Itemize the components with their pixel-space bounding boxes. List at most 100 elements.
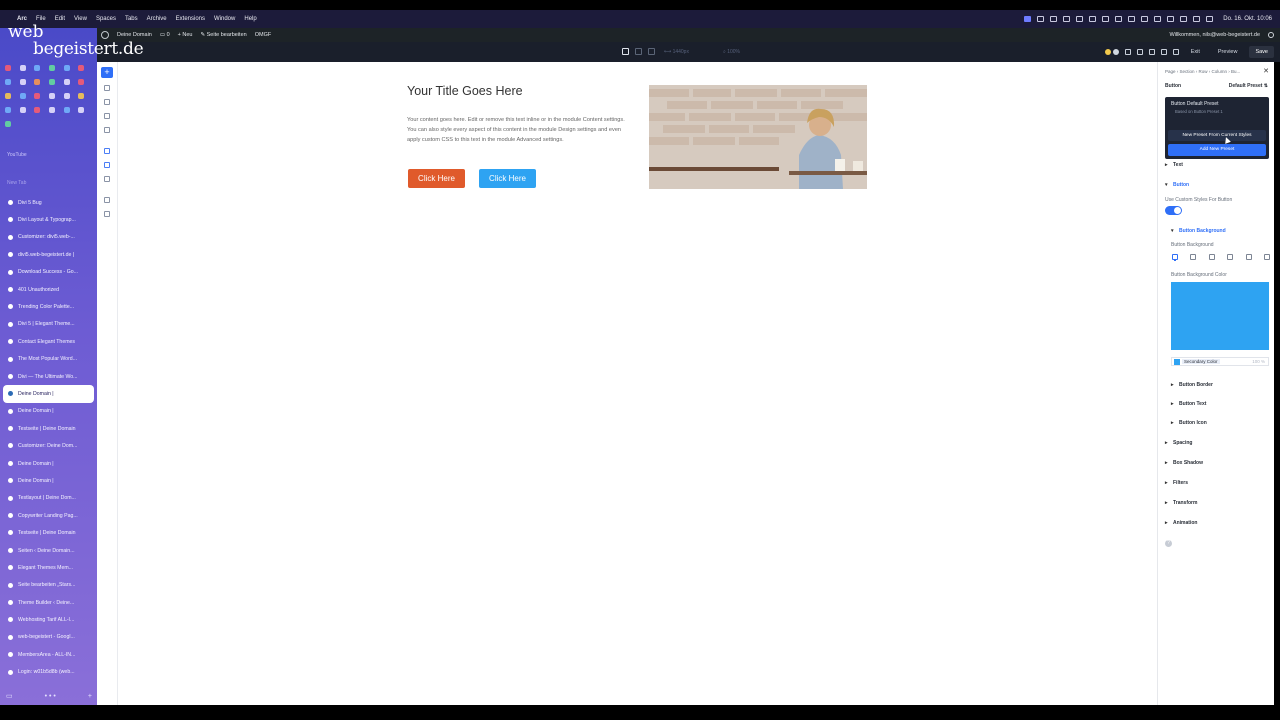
wireframe-icon[interactable] [1124, 49, 1131, 55]
preset-dropdown-heading[interactable]: Button Default Preset [1171, 101, 1219, 107]
favorite-icon[interactable] [49, 79, 55, 85]
exit-button[interactable]: Exit [1185, 47, 1206, 57]
section-transform-toggle[interactable]: ▸ Transform [1165, 500, 1197, 506]
menu-item[interactable]: Tabs [125, 16, 138, 22]
tablet-view-icon[interactable] [635, 48, 642, 55]
space-switcher-icon[interactable]: • • • [45, 693, 56, 700]
search-icon[interactable] [1268, 32, 1274, 38]
new-tab-button[interactable]: New Tab [7, 180, 26, 186]
favorite-icon[interactable] [19, 65, 26, 71]
favorite-icon[interactable] [19, 107, 26, 113]
favorite-icon[interactable] [5, 121, 11, 127]
settings-icon[interactable] [1172, 49, 1179, 55]
menubar-clock[interactable]: Do. 16. Okt. 10:06 [1223, 16, 1272, 22]
siri-icon[interactable] [1206, 16, 1214, 22]
video-icon[interactable] [1227, 254, 1234, 260]
find-replace-icon[interactable] [104, 176, 110, 182]
presets-icon[interactable] [104, 162, 110, 168]
sidebar-tab[interactable]: The Most Popular Word... [3, 351, 94, 368]
sidebar-tab[interactable]: web-begeistert - Googl... [3, 629, 94, 646]
favorite-icon[interactable] [19, 79, 26, 85]
sidebar-tab[interactable]: Webhosting Tarif ALL-I... [3, 611, 94, 628]
gradient-icon[interactable] [1190, 254, 1197, 260]
builder-mode-toggle[interactable] [1104, 49, 1119, 55]
menu-item[interactable]: Spaces [96, 16, 116, 22]
group-button-background-toggle[interactable]: ▾ Button Background [1171, 228, 1226, 234]
help-icon[interactable] [104, 211, 110, 217]
favorite-icon[interactable] [49, 93, 55, 99]
sidebar-tab[interactable]: Download Success - Go... [3, 264, 94, 281]
background-color-swatch[interactable] [1171, 282, 1269, 350]
favorite-icon[interactable] [78, 107, 85, 113]
sidebar-tab[interactable]: Deine Domain | [3, 455, 94, 472]
favorite-icon[interactable] [34, 79, 41, 85]
control-center-icon[interactable] [1193, 16, 1201, 22]
search-icon[interactable] [1180, 16, 1188, 22]
color-fill-icon[interactable] [1172, 254, 1178, 260]
custom-styles-toggle[interactable] [1165, 206, 1182, 215]
canvas-width[interactable]: ⟷ 1440px [664, 49, 689, 55]
section-animation-toggle[interactable]: ▸ Animation [1165, 520, 1197, 526]
add-space-icon[interactable]: + [88, 693, 92, 700]
section-text-toggle[interactable]: ▸ Text [1165, 162, 1183, 168]
sidebar-tab[interactable]: Deine Domain | [3, 472, 94, 489]
sidebar-tab[interactable]: Testseite | Deine Domain [3, 524, 94, 541]
sidebar-tab[interactable]: 401 Unauthorized [3, 281, 94, 298]
favorite-icon[interactable] [34, 107, 41, 113]
sidebar-folder-youtube[interactable]: YouTube [7, 152, 27, 158]
sidebar-tab[interactable]: Divi Layout & Typograp... [3, 211, 94, 228]
favorite-icon[interactable] [5, 65, 11, 71]
favorite-icon[interactable] [78, 79, 85, 85]
cta-button-primary[interactable]: Click Here [408, 169, 465, 188]
battery-icon[interactable] [1154, 16, 1162, 22]
group-button-border-toggle[interactable]: ▸ Button Border [1171, 382, 1213, 388]
menu-item[interactable]: Extensions [176, 16, 205, 22]
cloud-icon[interactable] [1089, 16, 1097, 22]
sidebar-tab[interactable]: Testseite | Deine Domain [3, 420, 94, 437]
sidebar-tab[interactable]: Deine Domain | [3, 385, 94, 403]
preview-button[interactable]: Preview [1212, 47, 1244, 57]
chrome-icon[interactable] [1063, 16, 1071, 22]
favorite-icon[interactable] [49, 65, 55, 71]
menu-item[interactable]: Archive [147, 16, 167, 22]
module-body-text[interactable]: Your content goes here. Edit or remove t… [407, 115, 629, 145]
color-variable-name[interactable]: Secondary Color [1182, 359, 1220, 364]
sidebar-tab[interactable]: Contact Elegant Themes [3, 333, 94, 350]
favorite-icon[interactable] [63, 79, 70, 85]
add-module-button[interactable]: + [101, 67, 113, 78]
sidebar-tab[interactable]: Theme Builder ‹ Deine... [3, 594, 94, 611]
sidebar-tab[interactable]: Login: w01b5d8b (web... [3, 664, 94, 681]
color-opacity[interactable]: 100 % [1252, 359, 1268, 364]
favorite-icon[interactable] [34, 93, 41, 99]
camera-icon[interactable] [1037, 16, 1045, 22]
menu-item[interactable]: Window [214, 16, 235, 22]
sidebar-tab[interactable]: divi5.web-begeistert.de | [3, 246, 94, 263]
save-button[interactable]: Save [1249, 46, 1274, 58]
sidebar-tab[interactable]: Seite bearbeiten „Stars... [3, 577, 94, 594]
preset-selector[interactable]: Default Preset ⇅ [1229, 83, 1268, 89]
sidebar-tab[interactable]: MembersArea - ALL-IN... [3, 646, 94, 663]
phone-view-icon[interactable] [648, 48, 655, 55]
group-button-icon-toggle[interactable]: ▸ Button Icon [1171, 420, 1207, 426]
database-icon[interactable] [104, 113, 110, 119]
library-icon[interactable] [104, 127, 110, 133]
sidebar-tab[interactable]: Deine Domain | [3, 403, 94, 420]
trash-icon[interactable] [1160, 49, 1167, 55]
new-preset-from-current-button[interactable]: New Preset From Current Styles [1168, 130, 1266, 141]
favorite-icon[interactable] [34, 65, 41, 71]
sidebar-tab[interactable]: Customizer: divi5.web-... [3, 229, 94, 246]
close-icon[interactable]: ✕ [1263, 67, 1269, 75]
breadcrumb[interactable]: Page › Section › Row › Column › Bu... [1165, 69, 1240, 74]
gear-icon[interactable] [1128, 16, 1136, 22]
sidebar-tab[interactable]: Divi — The Ultimate Wo... [3, 368, 94, 385]
wifi-icon[interactable] [1167, 16, 1175, 22]
sidebar-tab[interactable]: Divi 5 Bug [3, 194, 94, 211]
vivaldi-icon[interactable] [1102, 16, 1110, 22]
user-greeting[interactable]: Willkommen, nils@web-begeistert.de [1169, 32, 1260, 38]
desktop-view-icon[interactable] [622, 48, 629, 55]
mask-icon[interactable] [1263, 254, 1270, 260]
pages-icon[interactable] [104, 99, 110, 105]
add-new-preset-button[interactable]: Add New Preset [1168, 144, 1266, 156]
tools-icon[interactable] [104, 197, 110, 203]
section-filters-toggle[interactable]: ▸ Filters [1165, 480, 1188, 486]
